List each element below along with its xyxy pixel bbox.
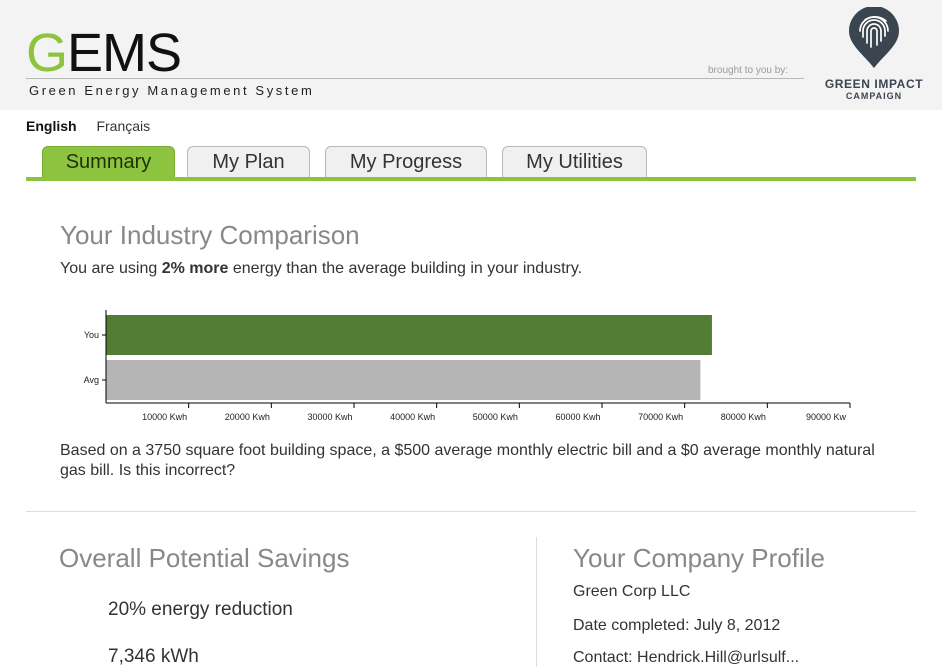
- date-completed: Date completed: July 8, 2012: [573, 617, 781, 634]
- energy-reduction-text: 20% energy reduction: [108, 599, 293, 620]
- comparison-text-end: energy than the average building in your…: [228, 260, 583, 277]
- column-divider: [536, 537, 537, 667]
- language-english-link[interactable]: English: [26, 118, 77, 134]
- contact-email: Contact: Hendrick.Hill@urlsulf...: [573, 649, 800, 666]
- brought-by-label: brought to you by:: [708, 65, 789, 76]
- x-tick-label: 70000 Kwh: [638, 412, 683, 422]
- y-label-you: You: [84, 330, 99, 340]
- tab-bar-underline: [26, 177, 916, 181]
- tagline: Green Energy Management System: [29, 83, 315, 98]
- x-tick-label: 60000 Kwh: [555, 412, 600, 422]
- x-tick-label: 20000 Kwh: [225, 412, 270, 422]
- section-divider: [26, 511, 916, 512]
- tab-my-plan[interactable]: My Plan: [187, 146, 310, 177]
- comparison-text-start: You are using: [60, 260, 162, 277]
- language-switcher: English Français: [26, 118, 150, 134]
- bar-avg: [106, 360, 701, 400]
- comparison-basis-text: Based on a 3750 square foot building spa…: [60, 442, 875, 479]
- logo-ems: EMS: [67, 23, 182, 83]
- x-tick-label: 80000 Kwh: [721, 412, 766, 422]
- partner-subtitle: CAMPAIGN: [845, 91, 903, 101]
- x-tick-label: 30000 Kwh: [307, 412, 352, 422]
- x-tick-label: 10000 Kwh: [142, 412, 187, 422]
- company-name: Green Corp LLC: [573, 583, 691, 600]
- tab-my-utilities[interactable]: My Utilities: [502, 146, 647, 177]
- comparison-highlight: 2% more: [161, 260, 229, 277]
- x-tick-label: 90000 Kw: [806, 412, 847, 422]
- industry-comparison-chart: You Avg 10000 Kwh 20000 Kwh 30000 Kwh 40000 K…: [84, 310, 851, 422]
- company-profile-title: Your Company Profile: [573, 543, 825, 573]
- comparison-sentence: You are using 2% more energy than the av…: [60, 259, 582, 279]
- potential-savings-title: Overall Potential Savings: [59, 543, 350, 573]
- tab-summary[interactable]: Summary: [42, 146, 175, 177]
- header-rule: [26, 78, 804, 79]
- language-french-link[interactable]: Français: [96, 118, 150, 134]
- site-header: GEMS Green Energy Management System brou…: [0, 0, 942, 110]
- kwh-savings-text: 7,346 kWh: [108, 646, 199, 667]
- partner-title: GREEN IMPACT: [824, 77, 924, 91]
- industry-comparison-title: Your Industry Comparison: [60, 220, 360, 250]
- logo-g: G: [26, 23, 68, 83]
- y-label-avg: Avg: [84, 375, 99, 385]
- fingerprint-pin-icon[interactable]: [846, 7, 902, 69]
- gems-logo[interactable]: GEMS: [26, 23, 182, 83]
- bar-you: [106, 315, 712, 355]
- x-tick-label: 40000 Kwh: [390, 412, 435, 422]
- x-tick-label: 50000 Kwh: [473, 412, 518, 422]
- tab-my-progress[interactable]: My Progress: [325, 146, 487, 177]
